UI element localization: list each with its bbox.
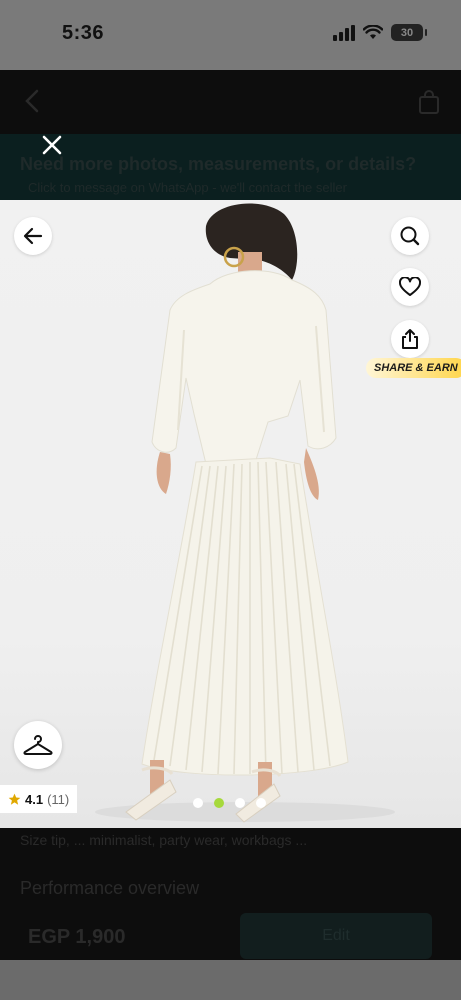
- visual-search-button[interactable]: [391, 217, 429, 255]
- edit-button: Edit: [240, 913, 432, 959]
- rating-value: 4.1: [25, 791, 44, 807]
- rating-count: (11): [47, 791, 70, 807]
- pagination-dot-active[interactable]: [214, 798, 224, 808]
- pagination-dot[interactable]: [193, 798, 203, 808]
- battery-indicator: 30: [391, 24, 427, 41]
- hanger-icon: [23, 735, 53, 755]
- status-time: 5:36: [62, 22, 105, 44]
- banner-subtitle: Click to message on WhatsApp - we'll con…: [28, 180, 347, 195]
- banner-title: Need more photos, measurements, or detai…: [20, 154, 417, 174]
- share-icon: [402, 329, 418, 349]
- back-button[interactable]: [14, 217, 52, 255]
- cellular-signal-icon: [333, 24, 355, 41]
- try-on-button[interactable]: [14, 721, 62, 769]
- close-icon[interactable]: [40, 133, 64, 157]
- image-pagination: [193, 798, 266, 808]
- product-tags-text: Size tip, ... minimalist, party wear, wo…: [20, 832, 308, 848]
- product-image-viewer[interactable]: SHARE & EARN 4.1 (11): [0, 200, 461, 828]
- shopping-bag-icon: [419, 90, 439, 114]
- rating-badge[interactable]: 4.1 (11): [0, 785, 78, 813]
- section-title: Performance overview: [20, 878, 200, 898]
- arrow-left-icon: [23, 227, 43, 245]
- wifi-icon: [363, 25, 383, 39]
- wishlist-button[interactable]: [391, 268, 429, 306]
- share-button[interactable]: [391, 320, 429, 358]
- share-earn-badge[interactable]: SHARE & EARN: [366, 358, 461, 378]
- heart-icon: [399, 277, 421, 296]
- search-icon: [400, 226, 420, 246]
- status-icons: 30: [333, 24, 427, 41]
- bottom-system-strip: [0, 960, 461, 1000]
- star-icon: [8, 793, 21, 805]
- back-chevron-icon: [25, 89, 39, 113]
- pagination-dot[interactable]: [256, 798, 266, 808]
- background-header: [0, 70, 461, 134]
- product-price: EGP 1,900: [28, 926, 126, 948]
- status-bar: 5:36 30: [0, 0, 461, 70]
- pagination-dot[interactable]: [235, 798, 245, 808]
